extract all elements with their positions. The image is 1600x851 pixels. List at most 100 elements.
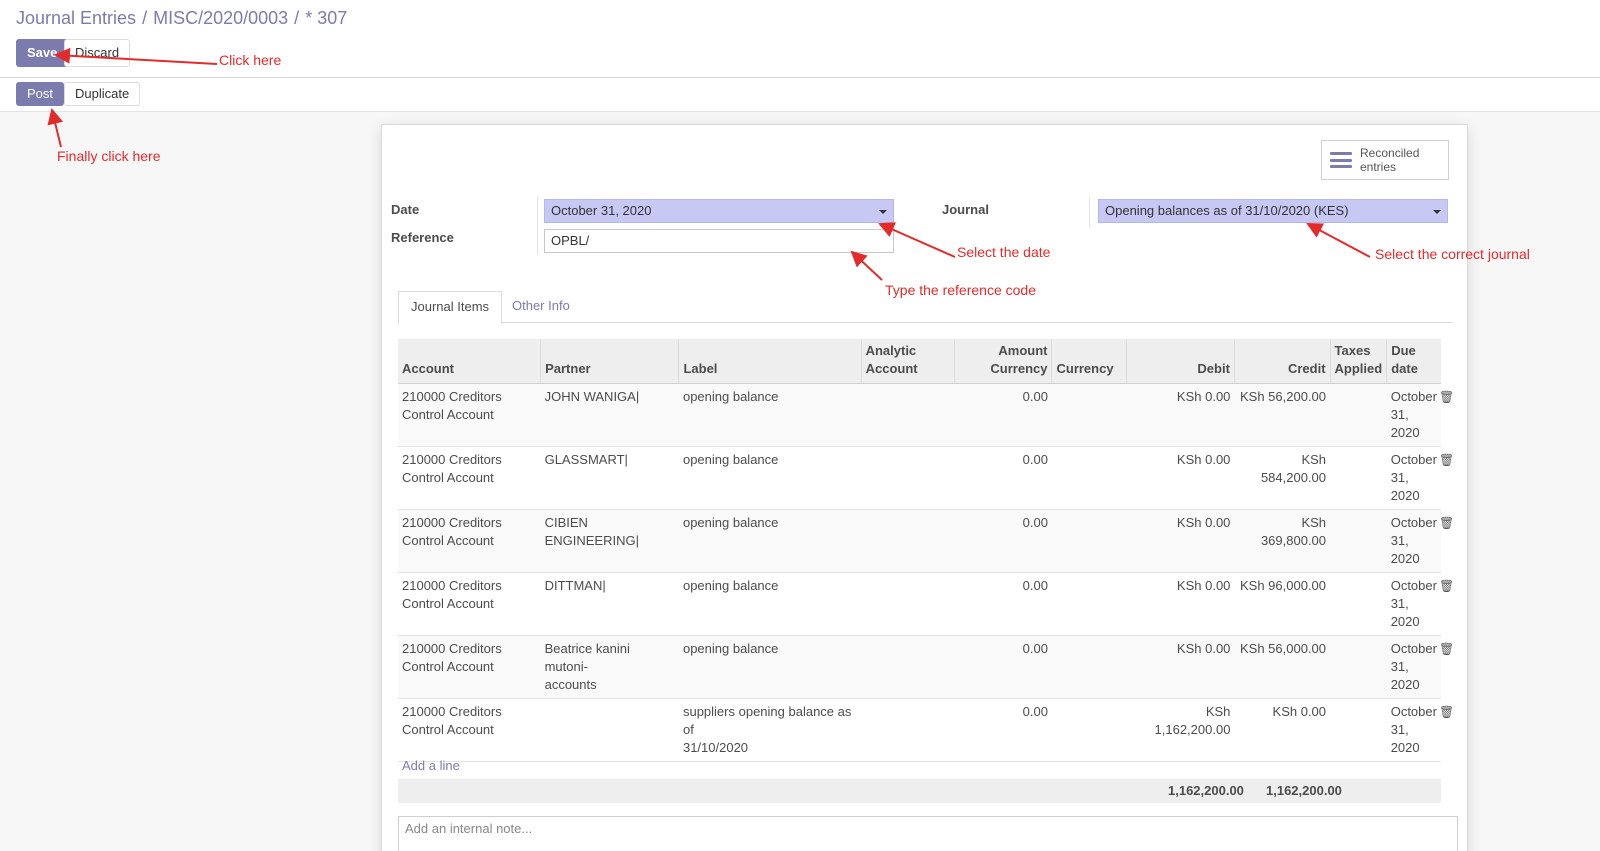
cell-currency[interactable] bbox=[1051, 509, 1127, 573]
col-due-date[interactable]: Due date bbox=[1386, 339, 1441, 384]
cell-taxes[interactable] bbox=[1330, 446, 1387, 510]
breadcrumb-current: * 307 bbox=[305, 8, 348, 28]
cell-debit[interactable]: KSh 0.00 bbox=[1126, 635, 1235, 699]
cell-account[interactable]: 210000 Creditors Control Account bbox=[398, 572, 541, 636]
breadcrumb-parent[interactable]: MISC/2020/0003 bbox=[153, 8, 288, 28]
cell-amount-currency[interactable]: 0.00 bbox=[954, 635, 1052, 699]
cell-partner[interactable]: GLASSMART| bbox=[540, 446, 679, 510]
cell-partner[interactable]: CIBIEN ENGINEERING| bbox=[540, 509, 679, 573]
breadcrumb-separator: / bbox=[142, 8, 148, 28]
cell-credit[interactable]: KSh 96,000.00 bbox=[1234, 572, 1331, 636]
cell-currency[interactable] bbox=[1051, 572, 1127, 636]
cell-credit[interactable]: KSh 369,800.00 bbox=[1234, 509, 1331, 573]
cell-label[interactable]: opening balance bbox=[678, 509, 862, 573]
tab-journal-items[interactable]: Journal Items bbox=[398, 291, 503, 324]
col-debit[interactable]: Debit bbox=[1126, 339, 1235, 384]
cell-currency[interactable] bbox=[1051, 698, 1127, 762]
table-row[interactable]: 210000 Creditors Control Account GLASSMART… bbox=[398, 446, 1454, 510]
trash-icon[interactable]: 🗑 bbox=[1439, 388, 1454, 406]
col-account[interactable]: Account bbox=[398, 339, 542, 384]
journal-field[interactable]: Opening balances as of 31/10/2020 (KES) bbox=[1098, 199, 1448, 223]
cell-debit[interactable]: KSh 0.00 bbox=[1126, 383, 1235, 447]
cell-account[interactable]: 210000 Creditors Control Account bbox=[398, 446, 541, 510]
cell-credit[interactable]: KSh 584,200.00 bbox=[1234, 446, 1331, 510]
trash-icon[interactable]: 🗑 bbox=[1439, 451, 1454, 469]
cell-partner[interactable]: DITTMAN| bbox=[540, 572, 679, 636]
save-button[interactable]: Save bbox=[16, 39, 69, 67]
breadcrumb-journal-entries[interactable]: Journal Entries bbox=[16, 8, 136, 28]
cell-due-date[interactable]: October 31, 2020 🗑 bbox=[1386, 572, 1454, 636]
cell-analytic-account[interactable] bbox=[861, 383, 955, 447]
duplicate-button[interactable]: Duplicate bbox=[64, 82, 141, 106]
table-row[interactable]: 210000 Creditors Control Account CIBIEN ENG… bbox=[398, 509, 1454, 573]
cell-taxes[interactable] bbox=[1330, 635, 1387, 699]
cell-amount-currency[interactable]: 0.00 bbox=[954, 572, 1052, 636]
col-partner[interactable]: Partner bbox=[540, 339, 680, 384]
cell-amount-currency[interactable]: 0.00 bbox=[954, 446, 1052, 510]
cell-partner[interactable]: JOHN WANIGA| bbox=[540, 383, 679, 447]
cell-amount-currency[interactable]: 0.00 bbox=[954, 698, 1052, 762]
cell-credit[interactable]: KSh 56,000.00 bbox=[1234, 635, 1331, 699]
cell-credit[interactable]: KSh 56,200.00 bbox=[1234, 383, 1331, 447]
col-label[interactable]: Label bbox=[678, 339, 862, 384]
cell-due-date[interactable]: October 31, 2020 🗑 bbox=[1386, 446, 1454, 510]
cell-analytic-account[interactable] bbox=[861, 572, 955, 636]
col-amount-currency[interactable]: Amount Currency bbox=[954, 339, 1053, 384]
cell-due-date[interactable]: October 31, 2020 🗑 bbox=[1386, 509, 1454, 573]
cell-taxes[interactable] bbox=[1330, 698, 1387, 762]
cell-taxes[interactable] bbox=[1330, 509, 1387, 573]
table-row[interactable]: 210000 Creditors Control Account JOHN WANI… bbox=[398, 383, 1454, 447]
cell-analytic-account[interactable] bbox=[861, 509, 955, 573]
table-row[interactable]: 210000 Creditors Control Account Beatrice … bbox=[398, 635, 1454, 699]
cell-debit[interactable]: KSh 0.00 bbox=[1126, 509, 1235, 573]
col-currency[interactable]: Currency bbox=[1051, 339, 1128, 384]
cell-label[interactable]: opening balance bbox=[678, 383, 862, 447]
internal-note-input[interactable]: Add an internal note... bbox=[398, 816, 1458, 851]
cell-due-date[interactable]: October 31, 2020 🗑 bbox=[1386, 635, 1454, 699]
table-row[interactable]: 210000 Creditors Control Account DITTMAN| o… bbox=[398, 572, 1454, 636]
discard-button[interactable]: Discard bbox=[64, 39, 131, 67]
post-button[interactable]: Post bbox=[16, 82, 65, 106]
cell-debit[interactable]: KSh 1,162,200.00 bbox=[1126, 698, 1235, 762]
col-credit[interactable]: Credit bbox=[1234, 339, 1331, 384]
date-field[interactable]: October 31, 2020 bbox=[544, 199, 894, 223]
cell-partner[interactable]: Beatrice kanini mutoni-accounts bbox=[540, 635, 679, 699]
cell-label[interactable]: opening balance bbox=[678, 635, 862, 699]
cell-account[interactable]: 210000 Creditors Control Account bbox=[398, 509, 541, 573]
header-divider bbox=[0, 77, 1600, 78]
cell-analytic-account[interactable] bbox=[861, 698, 955, 762]
cell-partner[interactable] bbox=[540, 698, 679, 762]
tab-other-info[interactable]: Other Info bbox=[500, 291, 582, 324]
chevron-down-icon bbox=[879, 210, 887, 214]
add-line-link[interactable]: Add a line bbox=[402, 758, 460, 773]
trash-icon[interactable]: 🗑 bbox=[1439, 703, 1454, 721]
col-taxes-applied[interactable]: Taxes Applied bbox=[1330, 339, 1388, 384]
cell-due-date[interactable]: October 31, 2020 🗑 bbox=[1386, 698, 1454, 762]
cell-taxes[interactable] bbox=[1330, 572, 1387, 636]
cell-amount-currency[interactable]: 0.00 bbox=[954, 509, 1052, 573]
cell-analytic-account[interactable] bbox=[861, 446, 955, 510]
cell-taxes[interactable] bbox=[1330, 383, 1387, 447]
cell-account[interactable]: 210000 Creditors Control Account bbox=[398, 383, 541, 447]
cell-currency[interactable] bbox=[1051, 635, 1127, 699]
cell-currency[interactable] bbox=[1051, 446, 1127, 510]
trash-icon[interactable]: 🗑 bbox=[1439, 577, 1454, 595]
cell-amount-currency[interactable]: 0.00 bbox=[954, 383, 1052, 447]
reconciled-entries-button[interactable]: Reconciled entries bbox=[1321, 140, 1449, 180]
table-row[interactable]: 210000 Creditors Control Account suppliers… bbox=[398, 698, 1454, 762]
reference-input[interactable]: OPBL/ bbox=[544, 229, 894, 253]
cell-currency[interactable] bbox=[1051, 383, 1127, 447]
cell-due-date[interactable]: October 31, 2020 🗑 bbox=[1386, 383, 1454, 447]
cell-account[interactable]: 210000 Creditors Control Account bbox=[398, 635, 541, 699]
cell-label[interactable]: opening balance bbox=[678, 446, 862, 510]
cell-label[interactable]: opening balance bbox=[678, 572, 862, 636]
cell-label[interactable]: suppliers opening balance as of 31/10/202… bbox=[678, 698, 862, 762]
cell-account[interactable]: 210000 Creditors Control Account bbox=[398, 698, 541, 762]
cell-analytic-account[interactable] bbox=[861, 635, 955, 699]
cell-debit[interactable]: KSh 0.00 bbox=[1126, 446, 1235, 510]
trash-icon[interactable]: 🗑 bbox=[1439, 514, 1454, 532]
trash-icon[interactable]: 🗑 bbox=[1439, 640, 1454, 658]
col-analytic-account[interactable]: Analytic Account bbox=[861, 339, 956, 384]
cell-debit[interactable]: KSh 0.00 bbox=[1126, 572, 1235, 636]
cell-credit[interactable]: KSh 0.00 bbox=[1234, 698, 1331, 762]
